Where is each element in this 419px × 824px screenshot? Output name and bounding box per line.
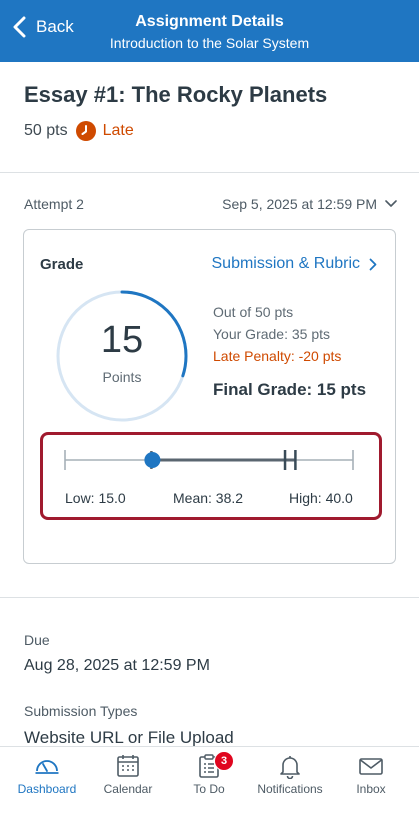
chevron-right-icon (369, 258, 377, 270)
assignment-title: Essay #1: The Rocky Planets (24, 82, 328, 107)
your-score-marker (144, 452, 161, 468)
tab-label: Dashboard (17, 782, 77, 796)
tab-inbox[interactable]: Inbox (329, 747, 413, 811)
points-row: 50 pts Late (24, 121, 134, 141)
chevron-down-icon (385, 200, 397, 207)
tab-bar: Dashboard Calendar 3 To Do Notifications (0, 746, 419, 824)
tab-label: Inbox (356, 782, 386, 796)
assignment-header: Essay #1: The Rocky Planets 50 pts Late (0, 62, 419, 172)
submission-types-label: Submission Types (24, 703, 138, 719)
stat-mean: Mean: 38.2 (173, 490, 244, 506)
attempt-label: Attempt 2 (24, 196, 84, 212)
todo-count-badge: 3 (214, 751, 234, 771)
your-grade: Your Grade: 35 pts (213, 326, 331, 342)
mail-icon (359, 758, 383, 775)
tab-label: Notifications (257, 782, 323, 796)
points-possible: 50 pts (24, 122, 68, 139)
nav-bar: Back Assignment Details Introduction to … (0, 0, 419, 62)
attempt-row: Attempt 2 Sep 5, 2025 at 12:59 PM (24, 196, 397, 212)
grade-statistics: Low: 15.0 Mean: 38.2 High: 40.0 (40, 432, 382, 520)
due-value: Aug 28, 2025 at 12:59 PM (24, 657, 210, 674)
grade-heading: Grade (40, 256, 84, 273)
late-penalty: Late Penalty: -20 pts (213, 348, 342, 364)
score-value: 15 (100, 319, 144, 361)
final-grade: Final Grade: 15 pts (213, 380, 367, 399)
tab-todo[interactable]: 3 To Do (167, 747, 251, 811)
stat-high: High: 40.0 (289, 490, 353, 506)
due-label: Due (24, 632, 50, 648)
nav-subtitle: Introduction to the Solar System (109, 35, 310, 51)
tab-dashboard[interactable]: Dashboard (5, 747, 89, 811)
clock-icon (75, 121, 96, 141)
grade-card: Grade Submission & Rubric 15 Points Out … (23, 229, 396, 564)
attempt-picker[interactable]: Sep 5, 2025 at 12:59 PM (222, 196, 397, 212)
attempt-date: Sep 5, 2025 at 12:59 PM (222, 196, 377, 212)
out-of-points: Out of 50 pts (213, 304, 294, 320)
calendar-icon (117, 755, 139, 777)
submission-rubric-link[interactable]: Submission & Rubric (212, 255, 378, 273)
stat-low: Low: 15.0 (65, 490, 126, 506)
dashboard-icon (35, 760, 59, 774)
submission-types-value: Website URL or File Upload (24, 728, 234, 747)
divider (0, 597, 419, 598)
nav-title: Assignment Details (135, 13, 284, 30)
tab-label: To Do (193, 782, 225, 796)
tab-label: Calendar (103, 782, 153, 796)
tab-notifications[interactable]: Notifications (248, 747, 332, 811)
score-unit: Points (102, 369, 142, 385)
tab-calendar[interactable]: Calendar (86, 747, 170, 811)
late-status: Late (102, 122, 134, 139)
divider (0, 172, 419, 173)
submission-rubric-label: Submission & Rubric (211, 255, 361, 272)
bell-icon (280, 756, 300, 779)
